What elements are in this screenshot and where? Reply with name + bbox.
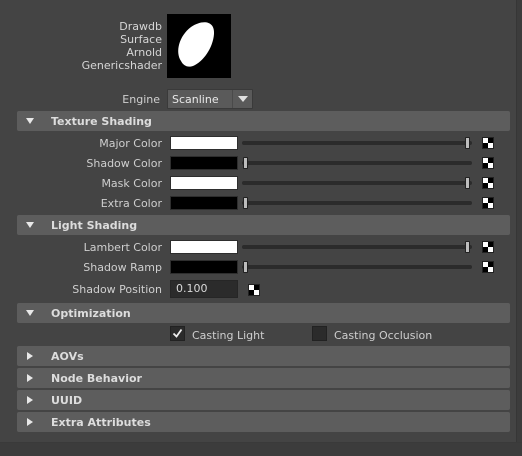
- section-aovs[interactable]: AOVs: [17, 346, 510, 366]
- section-uuid[interactable]: UUID: [17, 390, 510, 410]
- triangle-down-icon[interactable]: [17, 215, 43, 235]
- section-node-behavior[interactable]: Node Behavior: [17, 368, 510, 388]
- triangle-right-icon[interactable]: [17, 412, 43, 432]
- lambert-color-label: Lambert Color: [83, 241, 162, 254]
- engine-label: Engine: [122, 93, 160, 106]
- major-color-label: Major Color: [99, 137, 162, 150]
- section-title: Texture Shading: [51, 114, 152, 128]
- checker-map-icon[interactable]: [482, 157, 494, 169]
- shadow-color-label: Shadow Color: [86, 157, 162, 170]
- major-color-slider-handle[interactable]: [465, 137, 470, 149]
- checkmark-icon: [172, 328, 183, 338]
- major-color-swatch[interactable]: [170, 136, 238, 150]
- section-title: Extra Attributes: [51, 415, 151, 429]
- shadow-ramp-slider-handle[interactable]: [243, 261, 248, 273]
- major-color-slider[interactable]: [242, 141, 472, 145]
- extra-color-swatch[interactable]: [170, 196, 238, 210]
- triangle-right-icon[interactable]: [17, 390, 43, 410]
- section-title: AOVs: [51, 349, 84, 363]
- checker-map-icon[interactable]: [248, 284, 260, 296]
- shadow-ramp-swatch[interactable]: [170, 260, 238, 274]
- checker-map-icon[interactable]: [482, 261, 494, 273]
- shadow-ramp-slider[interactable]: [242, 265, 472, 269]
- checker-map-icon[interactable]: [482, 137, 494, 149]
- checker-map-icon[interactable]: [482, 197, 494, 209]
- material-swatch-preview[interactable]: [167, 14, 231, 78]
- triangle-right-icon[interactable]: [17, 346, 43, 366]
- shadow-position-field[interactable]: 0.100: [170, 280, 238, 298]
- casting-occlusion-label: Casting Occlusion: [334, 329, 433, 342]
- section-title: Light Shading: [51, 218, 138, 232]
- extra-color-slider-handle[interactable]: [243, 197, 248, 209]
- shadow-color-slider-handle[interactable]: [243, 157, 248, 169]
- extra-color-slider[interactable]: [242, 201, 472, 205]
- checker-map-icon[interactable]: [482, 241, 494, 253]
- shadow-color-swatch[interactable]: [170, 156, 238, 170]
- casting-light-checkbox[interactable]: [170, 326, 185, 341]
- section-optimization[interactable]: Optimization: [17, 303, 510, 323]
- checker-map-icon[interactable]: [482, 177, 494, 189]
- shadow-color-slider[interactable]: [242, 161, 472, 165]
- extra-color-label: Extra Color: [100, 197, 162, 210]
- section-title: Optimization: [51, 306, 131, 320]
- triangle-down-icon[interactable]: [17, 303, 43, 323]
- section-title: Node Behavior: [51, 371, 142, 385]
- section-light-shading[interactable]: Light Shading: [17, 215, 510, 235]
- casting-light-label: Casting Light: [192, 329, 265, 342]
- section-texture-shading[interactable]: Texture Shading: [17, 111, 510, 131]
- shader-type-names: Drawdb Surface Arnold Genericshader: [60, 20, 162, 72]
- shadow-ramp-label: Shadow Ramp: [83, 261, 162, 274]
- mask-color-label: Mask Color: [101, 177, 162, 190]
- mask-color-slider[interactable]: [242, 181, 472, 185]
- triangle-down-icon[interactable]: [17, 111, 43, 131]
- shader-name-line: Surface: [120, 33, 162, 46]
- section-extra-attributes[interactable]: Extra Attributes: [17, 412, 510, 432]
- casting-occlusion-checkbox[interactable]: [312, 326, 327, 341]
- panel-bottom-edge: [0, 442, 522, 456]
- shader-name-line: Genericshader: [81, 59, 162, 72]
- shader-name-line: Drawdb: [119, 20, 162, 33]
- triangle-right-icon[interactable]: [17, 368, 43, 388]
- engine-selected-value: Scanline: [172, 92, 219, 106]
- section-title: UUID: [51, 393, 83, 407]
- chevron-down-icon[interactable]: [232, 90, 252, 108]
- mask-color-slider-handle[interactable]: [465, 177, 470, 189]
- scrollbar-edge[interactable]: [516, 0, 522, 456]
- mask-color-swatch[interactable]: [170, 176, 238, 190]
- shadow-position-label: Shadow Position: [72, 283, 162, 296]
- lambert-color-swatch[interactable]: [170, 240, 238, 254]
- lambert-color-slider-handle[interactable]: [465, 241, 470, 253]
- lambert-color-slider[interactable]: [242, 245, 472, 249]
- attribute-editor-panel: Drawdb Surface Arnold Genericshader Engi…: [0, 0, 522, 456]
- engine-dropdown[interactable]: Scanline: [167, 89, 253, 109]
- shader-name-line: Arnold: [126, 46, 162, 59]
